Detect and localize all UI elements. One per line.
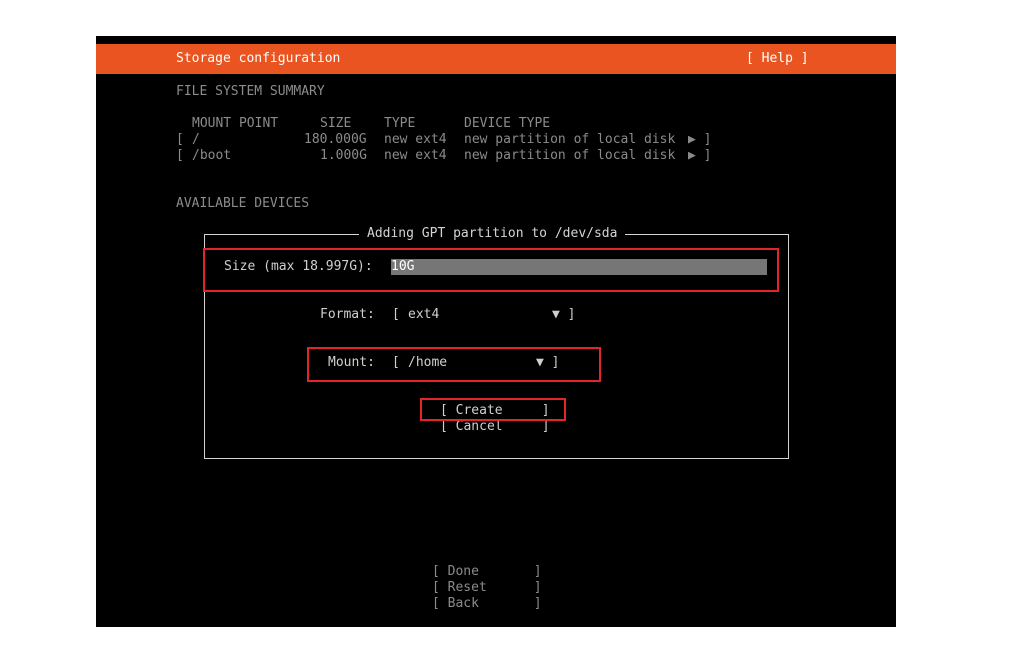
mount-highlight-box xyxy=(307,347,601,382)
installer-screen: Storage configuration [ Help ] FILE SYST… xyxy=(96,36,896,627)
row-expand-arrow-icon[interactable]: ▶ ] xyxy=(688,148,711,164)
format-label: Format: xyxy=(320,307,375,322)
reset-button[interactable]: [ Reset ] xyxy=(432,580,542,596)
row-size: 180.000G xyxy=(304,132,367,147)
row-mount: / xyxy=(192,132,200,147)
size-highlight-box xyxy=(203,248,779,292)
back-button[interactable]: [ Back ] xyxy=(432,596,542,612)
window-top-margin xyxy=(96,0,896,36)
cancel-button[interactable]: [ Cancel ] xyxy=(440,419,550,435)
row-type: new ext4 xyxy=(384,148,447,163)
col-type: TYPE xyxy=(384,116,416,131)
available-devices-heading: AVAILABLE DEVICES xyxy=(176,196,310,211)
col-device-type: DEVICE TYPE xyxy=(464,116,551,131)
row-mount: /boot xyxy=(192,148,232,163)
create-highlight-box xyxy=(420,398,566,421)
help-button[interactable]: [ Help ] xyxy=(746,51,809,67)
row-open-bracket: [ xyxy=(176,148,184,163)
format-open-bracket: [ xyxy=(392,307,400,322)
done-button[interactable]: [ Done ] xyxy=(432,564,542,580)
format-value: ext4 xyxy=(408,307,440,322)
header-bar: Storage configuration [ Help ] xyxy=(96,44,896,74)
row-type: new ext4 xyxy=(384,132,447,147)
row-device-type: new partition of local disk xyxy=(464,148,676,163)
row-open-bracket: [ xyxy=(176,132,184,147)
summary-heading: FILE SYSTEM SUMMARY xyxy=(176,84,325,99)
col-size: SIZE xyxy=(320,116,352,131)
chevron-down-icon: ▼ ] xyxy=(552,307,576,322)
row-size: 1.000G xyxy=(320,148,367,163)
row-expand-arrow-icon[interactable]: ▶ ] xyxy=(688,132,711,148)
row-device-type: new partition of local disk xyxy=(464,132,676,147)
dialog-title: Adding GPT partition to /dev/sda xyxy=(359,226,626,242)
page-title: Storage configuration xyxy=(176,51,341,66)
col-mount-point: MOUNT POINT xyxy=(192,116,279,131)
